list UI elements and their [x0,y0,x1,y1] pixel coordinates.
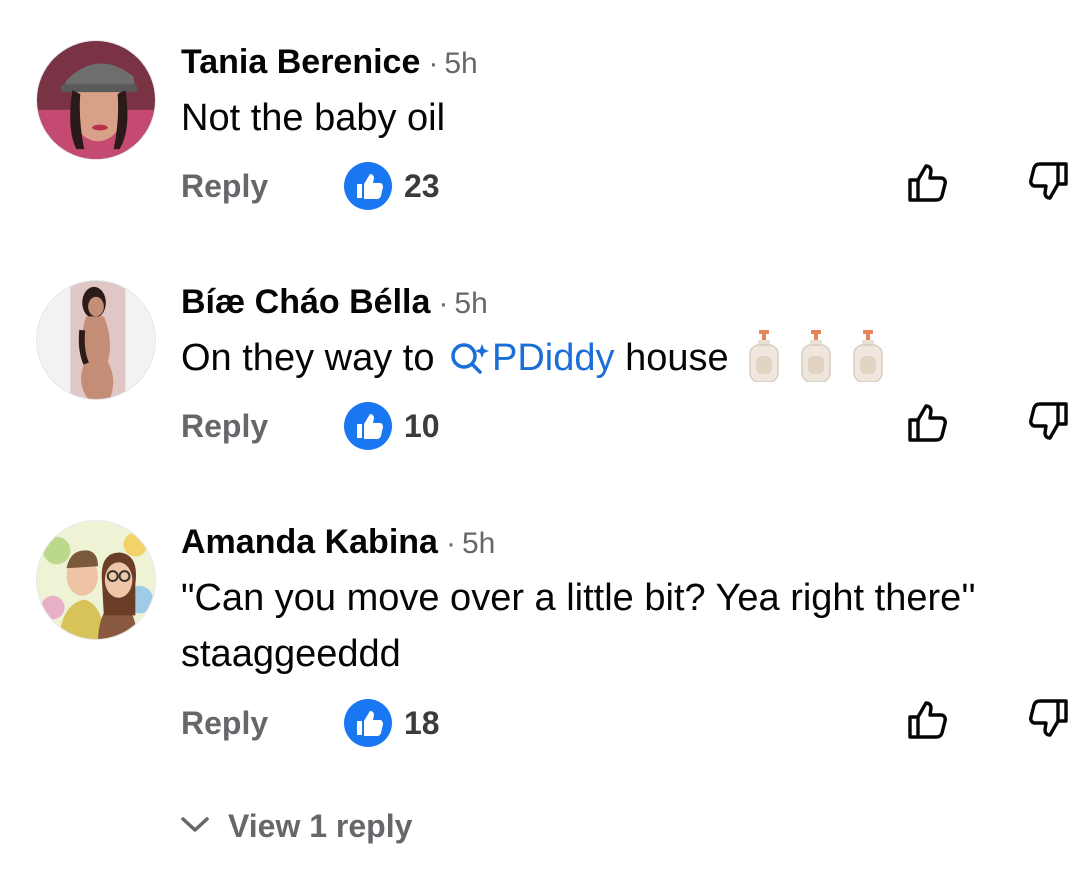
comment-text: On they way to PDiddy house [181,330,1001,386]
comment-actions: Reply 18 [0,699,1091,747]
lotion-bottle-icon [852,330,883,382]
timestamp[interactable]: 5h [444,47,477,80]
comment-header: Bíæ Cháo Béllа · 5h [181,285,488,319]
mention-link[interactable]: PDiddy [445,337,615,379]
separator-dot: · [438,287,449,320]
timestamp[interactable]: 5h [454,287,487,320]
author-name[interactable]: Tania Berenice [181,43,420,81]
comment-actions: Reply 10 [0,402,1091,450]
view-replies-button[interactable]: View 1 reply [180,806,412,846]
view-replies-label: View 1 reply [228,808,413,844]
avatar[interactable] [36,40,156,160]
comment-text-after: house [614,337,729,379]
separator-dot: · [445,527,456,560]
thumbs-up-icon[interactable] [902,693,954,745]
like-count[interactable]: 10 [404,410,440,442]
comment-actions: Reply 23 [0,162,1091,210]
lotion-bottle-icon [800,330,831,382]
timestamp[interactable]: 5h [462,527,495,560]
comment-text: Not the baby oil [181,97,446,139]
avatar[interactable] [36,280,156,400]
separator-dot: · [428,47,439,80]
reply-button[interactable]: Reply [181,410,268,442]
thumbs-down-icon[interactable] [1022,156,1074,208]
mention-text: PDiddy [492,337,615,379]
like-reaction-icon[interactable] [344,402,392,450]
comment-header: Tania Berenice · 5h [181,45,478,79]
thumbs-down-icon[interactable] [1022,693,1074,745]
chevron-down-icon [181,817,209,832]
author-name[interactable]: Bíæ Cháo Béllа [181,283,430,321]
like-count[interactable]: 18 [404,707,440,739]
avatar[interactable] [36,520,156,640]
lotion-bottle-icon [748,330,779,382]
comment-header: Amanda Kabina · 5h [181,525,495,559]
thumbs-down-icon[interactable] [1022,396,1074,448]
thumbs-up-icon[interactable] [902,156,954,208]
thumbs-up-icon[interactable] [902,396,954,448]
comment-text: "Can you move over a little bit? Yea rig… [181,577,976,675]
reply-button[interactable]: Reply [181,707,268,739]
like-count[interactable]: 23 [404,170,440,202]
search-sparkle-icon [451,343,490,374]
like-reaction-icon[interactable] [344,162,392,210]
reply-button[interactable]: Reply [181,170,268,202]
author-name[interactable]: Amanda Kabina [181,523,438,561]
comment-text-before: On they way to [181,337,446,379]
like-reaction-icon[interactable] [344,699,392,747]
